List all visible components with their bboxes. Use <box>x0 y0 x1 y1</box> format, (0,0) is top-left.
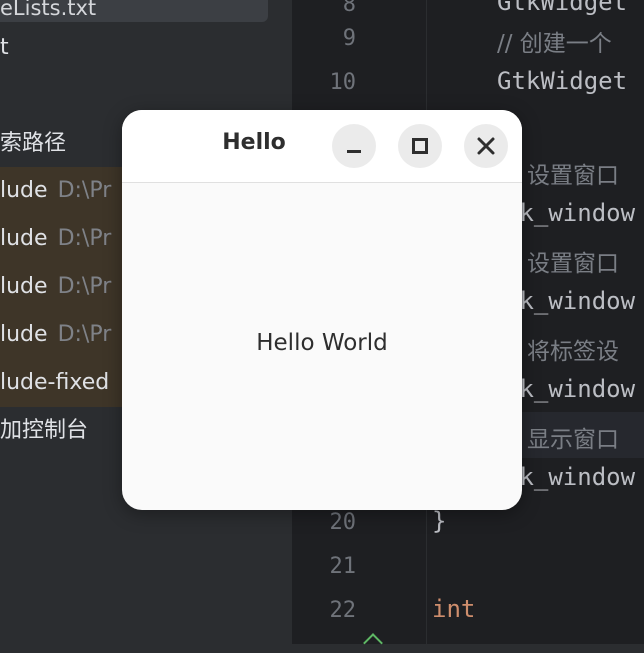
maximize-button[interactable] <box>398 124 442 168</box>
tree-item-label: 索路径 <box>0 131 67 156</box>
minimize-button[interactable] <box>332 124 376 168</box>
code-comment: // 创建一个 <box>497 31 612 57</box>
close-icon <box>477 137 495 155</box>
code-line: GtkWidget <box>497 67 628 95</box>
tree-item-label: lude-fixed <box>0 370 110 395</box>
window-titlebar[interactable]: Hello <box>122 110 522 183</box>
tree-item-label: lude <box>0 322 48 347</box>
code-comment: / 设置窗口 <box>512 163 620 189</box>
file-name: eLists.txt <box>0 0 97 20</box>
code-line: GtkWidget <box>497 0 628 16</box>
file-item-cmakelists[interactable]: eLists.txt <box>0 0 268 22</box>
line-number: 10 <box>329 70 357 95</box>
line-number: 21 <box>329 554 357 579</box>
code-comment: / 将标签设 <box>512 339 620 365</box>
hello-world-label: Hello World <box>256 330 388 356</box>
line-number: 20 <box>329 510 357 535</box>
code-line: } <box>432 507 447 535</box>
tree-item[interactable]: t <box>0 24 9 72</box>
tree-item-path: D:\Pr <box>57 226 112 251</box>
tree-item-path: D:\Pr <box>57 322 112 347</box>
tree-item-label: lude <box>0 274 48 299</box>
tree-item-label: lude <box>0 178 48 203</box>
tree-item-path: D:\Pr <box>57 274 112 299</box>
tree-item[interactable]: 索路径 <box>0 120 66 168</box>
line-number: 22 <box>329 598 357 623</box>
tree-item-path: D:\Pr <box>57 178 112 203</box>
hello-window: Hello Hello World <box>122 110 522 510</box>
code-line: tk_window <box>505 463 636 491</box>
close-button[interactable] <box>464 124 508 168</box>
maximize-icon <box>412 138 428 154</box>
code-line: tk_window <box>505 287 636 315</box>
code-line: tk_window <box>505 199 636 227</box>
tree-item[interactable]: 加控制台 <box>0 407 88 455</box>
line-number: 8 <box>342 0 356 17</box>
code-comment: / 设置窗口 <box>512 251 620 277</box>
code-keyword: int <box>432 595 476 623</box>
code-line: tk_window <box>505 375 636 403</box>
code-comment: / 显示窗口 <box>512 427 620 453</box>
tree-item-label: t <box>0 35 9 60</box>
line-number: 9 <box>342 26 356 51</box>
tree-item-label: 加控制台 <box>0 418 89 443</box>
minimize-icon <box>347 150 361 153</box>
tree-item-label: lude <box>0 226 48 251</box>
